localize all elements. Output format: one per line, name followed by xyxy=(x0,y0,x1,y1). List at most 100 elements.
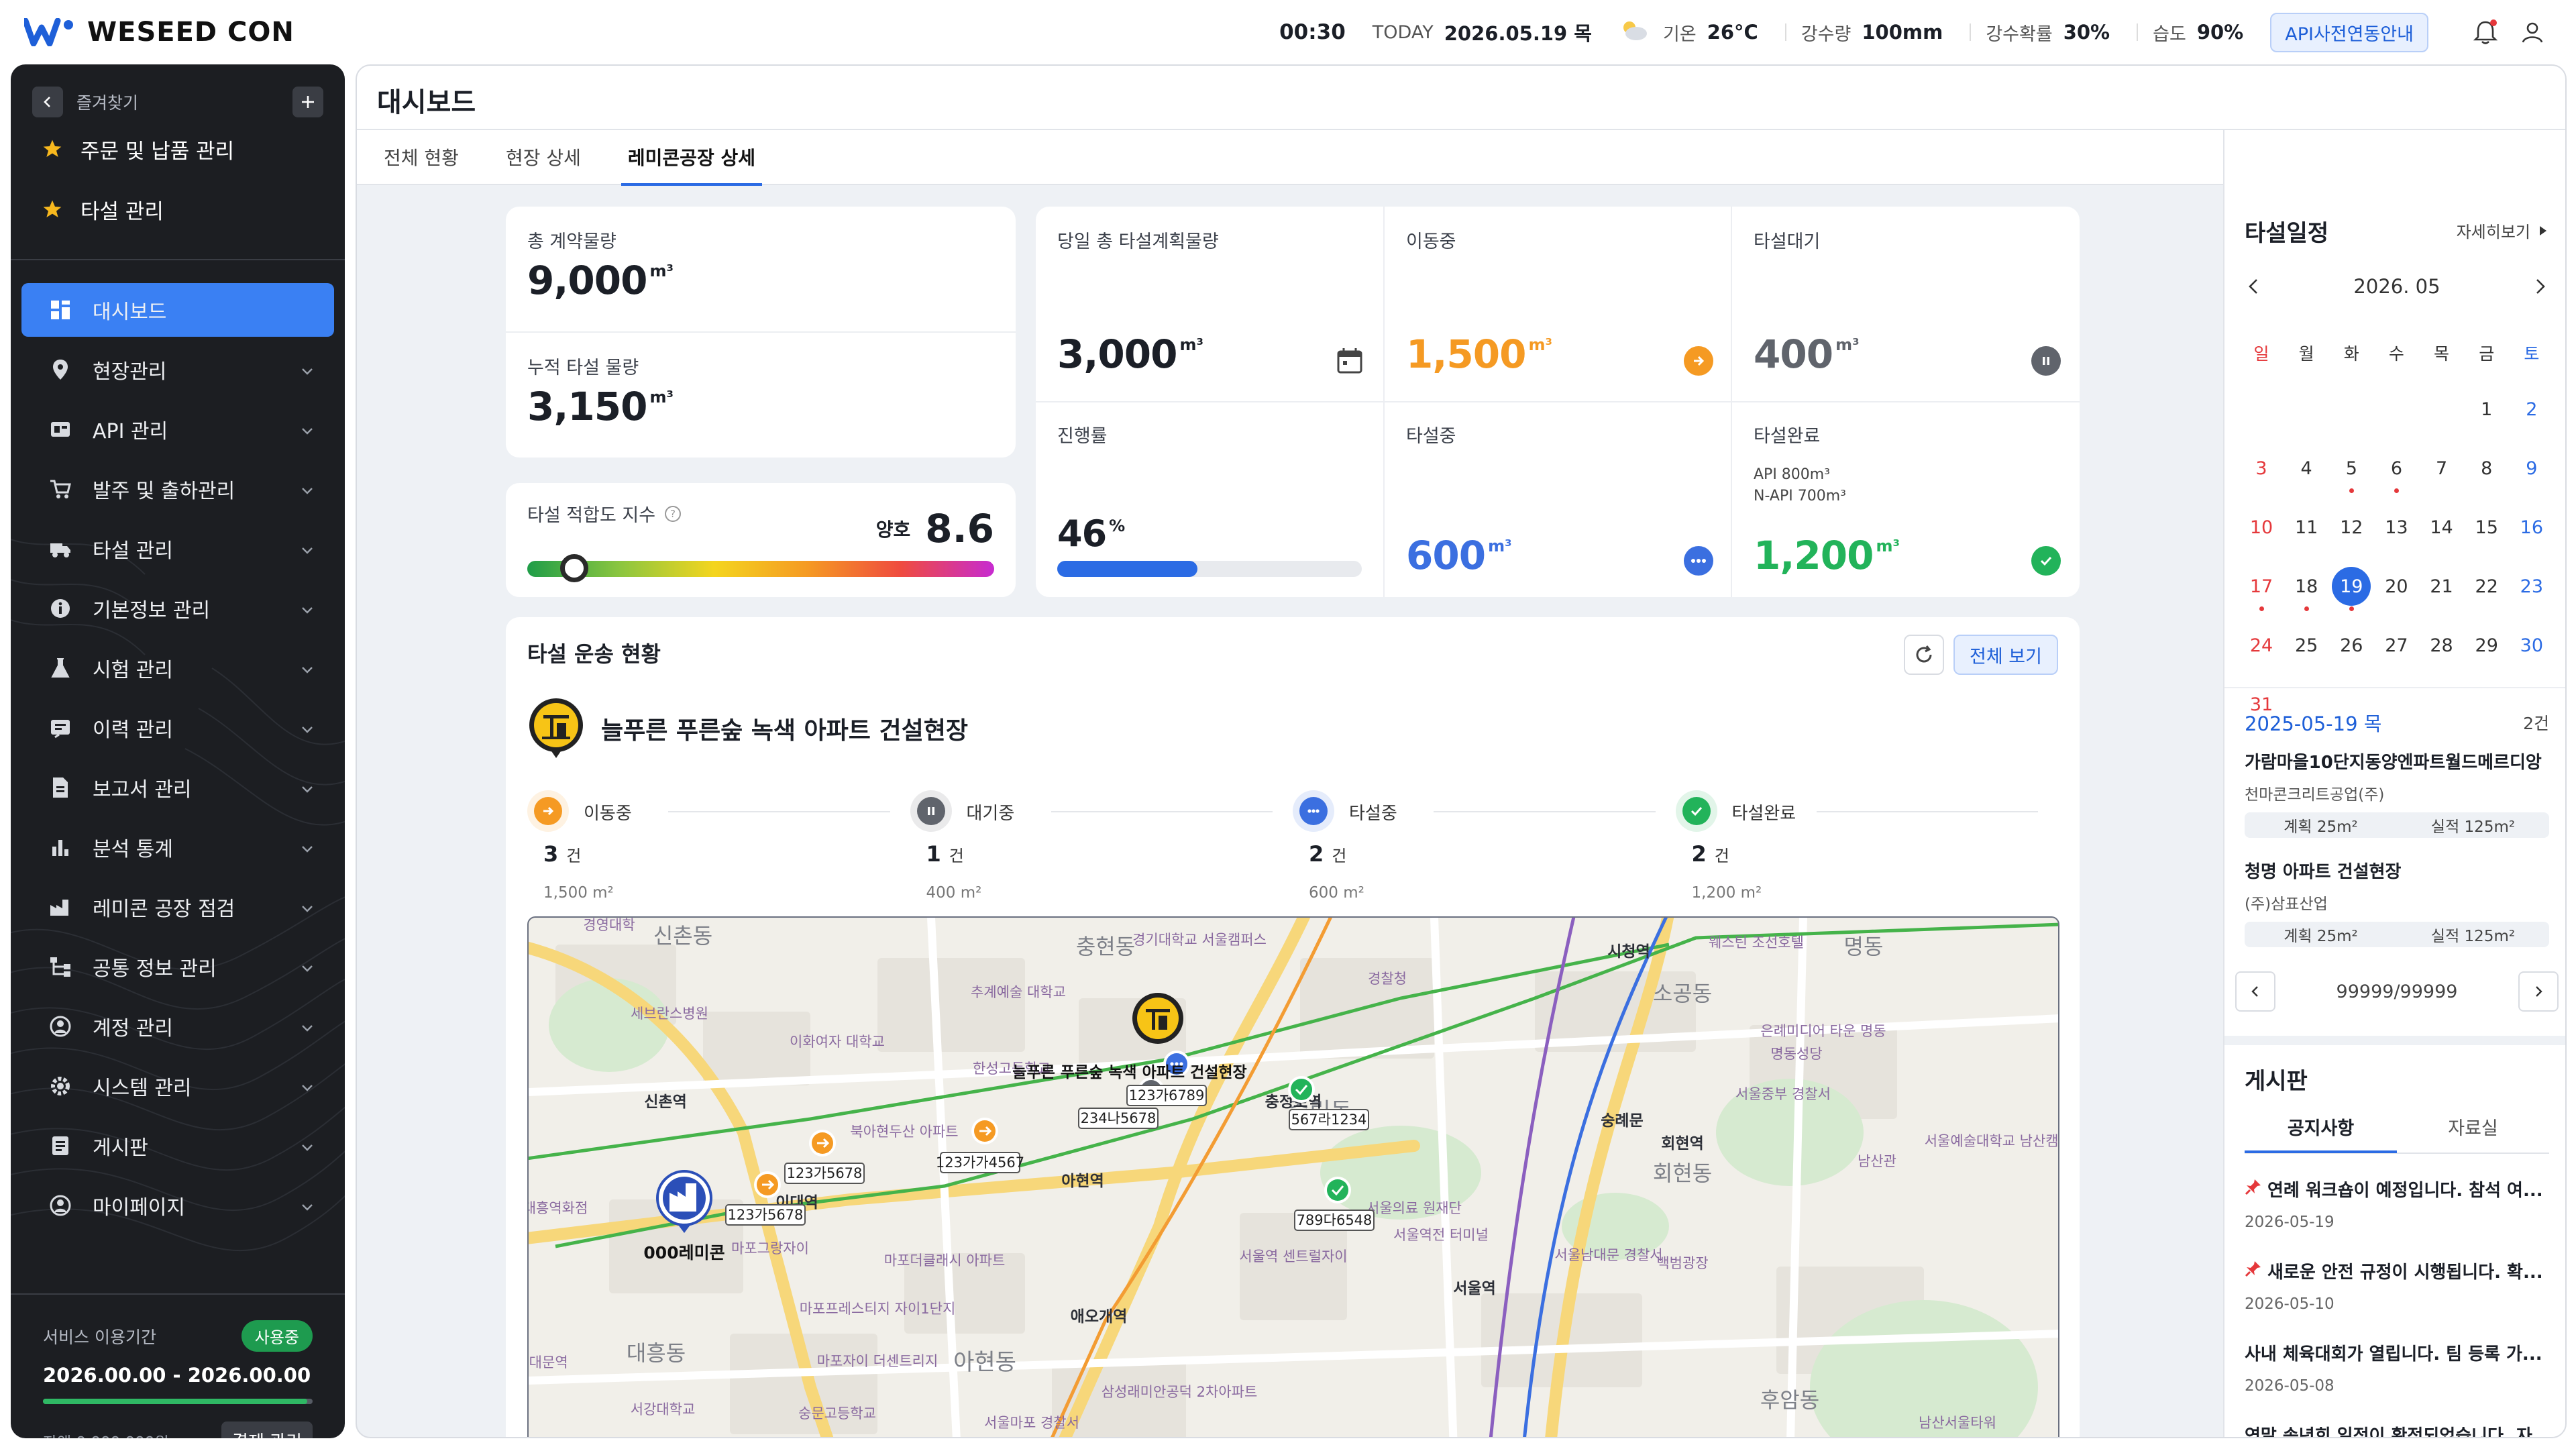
suitability-label: 타설 적합도 지수 xyxy=(527,505,656,526)
calendar-day[interactable]: 20 xyxy=(2375,565,2418,608)
calendar-day[interactable]: 12 xyxy=(2330,506,2373,549)
api-guide-button[interactable]: API사전연동안내 xyxy=(2270,12,2428,52)
tab-site-detail[interactable]: 현장 상세 xyxy=(499,129,588,184)
sidebar-item[interactable]: 마이페이지 xyxy=(21,1179,334,1232)
calendar-day[interactable]: 5 xyxy=(2330,447,2373,490)
next-month-icon[interactable] xyxy=(2530,277,2549,296)
sidebar-item[interactable]: 레미콘 공장 점검 xyxy=(21,880,334,934)
sidebar-item[interactable]: 타설 관리 xyxy=(21,522,334,576)
truck-plate-label[interactable]: 234나5678 xyxy=(1078,1108,1159,1129)
tab-overview[interactable]: 전체 현황 xyxy=(377,129,466,184)
pager-next-button[interactable] xyxy=(2518,971,2559,1012)
sidebar-item[interactable]: 시험 관리 xyxy=(21,641,334,695)
calendar-day[interactable]: 15 xyxy=(2465,506,2508,549)
view-all-button[interactable]: 전체 보기 xyxy=(1953,635,2058,675)
calendar-day[interactable]: 17 xyxy=(2240,565,2283,608)
calendar-day[interactable]: 14 xyxy=(2420,506,2463,549)
calendar-day[interactable]: 9 xyxy=(2510,447,2553,490)
calendar-day[interactable]: 18 xyxy=(2285,565,2328,608)
sidebar-item[interactable]: API 관리 xyxy=(21,402,334,456)
sidebar-item[interactable]: 현장관리 xyxy=(21,343,334,396)
calendar-day-selected[interactable]: 19 xyxy=(2332,567,2371,606)
calendar-day[interactable]: 27 xyxy=(2375,624,2418,667)
calendar-day[interactable]: 6 xyxy=(2375,447,2418,490)
favorite-item[interactable]: 타설 관리 xyxy=(42,189,164,229)
schedule-item[interactable]: 청명 아파트 건설현장 (주)삼표산업 계획 25m² 실적 125m² xyxy=(2245,858,2549,947)
schedule-item[interactable]: 가람마을10단지동양엔파트월드메르디앙 천마콘크리트공업(주) 계획 25m² 실적 … xyxy=(2245,749,2549,838)
sidebar-item[interactable]: 이력 관리 xyxy=(21,701,334,755)
calendar-day[interactable]: 28 xyxy=(2420,624,2463,667)
tab-plant-detail[interactable]: 레미콘공장 상세 xyxy=(621,129,763,186)
transport-map[interactable]: 신촌동충현동명동소공동중림동회현동대흥동아현동후암동신촌역이대역아현역충정로역서… xyxy=(527,916,2059,1438)
truck-plate-label[interactable]: 123가6789 xyxy=(1126,1085,1207,1106)
unit: m³ xyxy=(1876,537,1900,555)
divider xyxy=(506,331,1016,333)
calendar-day[interactable]: 21 xyxy=(2420,565,2463,608)
board-post[interactable]: 사내 체육대회가 열립니다. 팀 등록 가... 2026-05-08 xyxy=(2245,1340,2553,1422)
truck-moving-icon[interactable] xyxy=(971,1118,998,1144)
board-post[interactable]: 연말 송년회 일정이 확정되었습니다. 자...2026-05-02 xyxy=(2245,1422,2553,1437)
map-canvas[interactable]: 신촌동충현동명동소공동중림동회현동대흥동아현동후암동신촌역이대역아현역충정로역서… xyxy=(529,918,2059,1438)
calendar-day[interactable]: 23 xyxy=(2510,565,2553,608)
calendar-day[interactable]: 22 xyxy=(2465,565,2508,608)
board-post[interactable]: 새로운 안전 규정이 시행됩니다. 확... 2026-05-10 xyxy=(2245,1258,2553,1340)
construction-site-marker-icon xyxy=(529,698,583,758)
sidebar-item[interactable]: 공통 정보 관리 xyxy=(21,940,334,994)
collapse-sidebar-button[interactable] xyxy=(32,87,63,117)
truck-plate-label[interactable]: 567라1234 xyxy=(1289,1109,1369,1130)
truck-moving-icon[interactable] xyxy=(754,1171,781,1198)
schedule-detail-link[interactable]: 자세히보기 xyxy=(2457,219,2548,242)
star-icon xyxy=(43,140,62,157)
calendar-day[interactable]: 1 xyxy=(2465,388,2508,431)
help-icon[interactable]: ? xyxy=(663,504,682,523)
tab-archive[interactable]: 자료실 xyxy=(2397,1109,2549,1153)
truck-done-icon[interactable] xyxy=(1288,1076,1315,1103)
divider xyxy=(2137,23,2139,41)
payment-management-button[interactable]: 결제 관리 xyxy=(221,1421,313,1438)
calendar-day[interactable]: 8 xyxy=(2465,447,2508,490)
calendar-day[interactable]: 16 xyxy=(2510,506,2553,549)
brand-logo[interactable]: WESEED CON xyxy=(24,15,294,50)
calendar-day[interactable]: 4 xyxy=(2285,447,2328,490)
truck-plate-text: 123가6789 xyxy=(1129,1087,1205,1104)
schedule-amounts: 계획 25m² 실적 125m² xyxy=(2245,922,2549,947)
truck-moving-icon[interactable] xyxy=(809,1130,836,1157)
notification-bell-icon[interactable] xyxy=(2469,15,2502,49)
pager-prev-button[interactable] xyxy=(2235,971,2275,1012)
add-favorite-button[interactable] xyxy=(292,87,323,117)
truck-plate-label[interactable]: 123가5678 xyxy=(725,1204,806,1226)
truck-plate-text: 123가가4567 xyxy=(936,1155,1024,1171)
truck-plate-label[interactable]: 789다6548 xyxy=(1294,1210,1375,1231)
calendar-day[interactable]: 13 xyxy=(2375,506,2418,549)
board-post[interactable]: 연례 워크숍이 예정입니다. 참석 여... 2026-05-19 xyxy=(2245,1177,2553,1258)
sidebar-item[interactable]: 분석 통계 xyxy=(21,820,334,874)
sidebar-item[interactable]: 발주 및 출하관리 xyxy=(21,462,334,516)
sidebar-item[interactable]: 시스템 관리 xyxy=(21,1059,334,1113)
calendar-day[interactable]: 2 xyxy=(2510,388,2553,431)
calendar-day[interactable]: 30 xyxy=(2510,624,2553,667)
calendar-day[interactable]: 26 xyxy=(2330,624,2373,667)
sidebar-item[interactable]: 기본정보 관리 xyxy=(21,582,334,635)
truck-done-icon[interactable] xyxy=(1324,1177,1351,1203)
sidebar-item[interactable]: 보고서 관리 xyxy=(21,761,334,814)
sidebar-item[interactable]: 게시판 xyxy=(21,1119,334,1173)
refresh-button[interactable] xyxy=(1904,635,1945,675)
user-profile-icon[interactable] xyxy=(2516,15,2549,49)
truck-plate-label[interactable]: 123가5678 xyxy=(784,1163,865,1184)
calendar-day[interactable]: 11 xyxy=(2285,506,2328,549)
map-place-label: 아현역 xyxy=(1061,1173,1104,1190)
calendar-day[interactable]: 24 xyxy=(2240,624,2283,667)
sidebar-item[interactable]: 계정 관리 xyxy=(21,1000,334,1053)
prev-month-icon[interactable] xyxy=(2245,277,2263,296)
weekday-label: 화 xyxy=(2343,344,2359,364)
calendar-day[interactable]: 10 xyxy=(2240,506,2283,549)
tab-notice[interactable]: 공지사항 xyxy=(2245,1109,2397,1153)
calendar-day[interactable]: 3 xyxy=(2240,447,2283,490)
calendar-day[interactable]: 7 xyxy=(2420,447,2463,490)
favorite-item[interactable]: 주문 및 납품 관리 xyxy=(42,129,234,169)
sidebar-item[interactable]: 대시보드 xyxy=(21,283,334,337)
truck-plate-label[interactable]: 123가가4567 xyxy=(936,1152,1024,1173)
calendar-day[interactable]: 29 xyxy=(2465,624,2508,667)
step-waiting-icon xyxy=(910,790,952,832)
calendar-day[interactable]: 25 xyxy=(2285,624,2328,667)
